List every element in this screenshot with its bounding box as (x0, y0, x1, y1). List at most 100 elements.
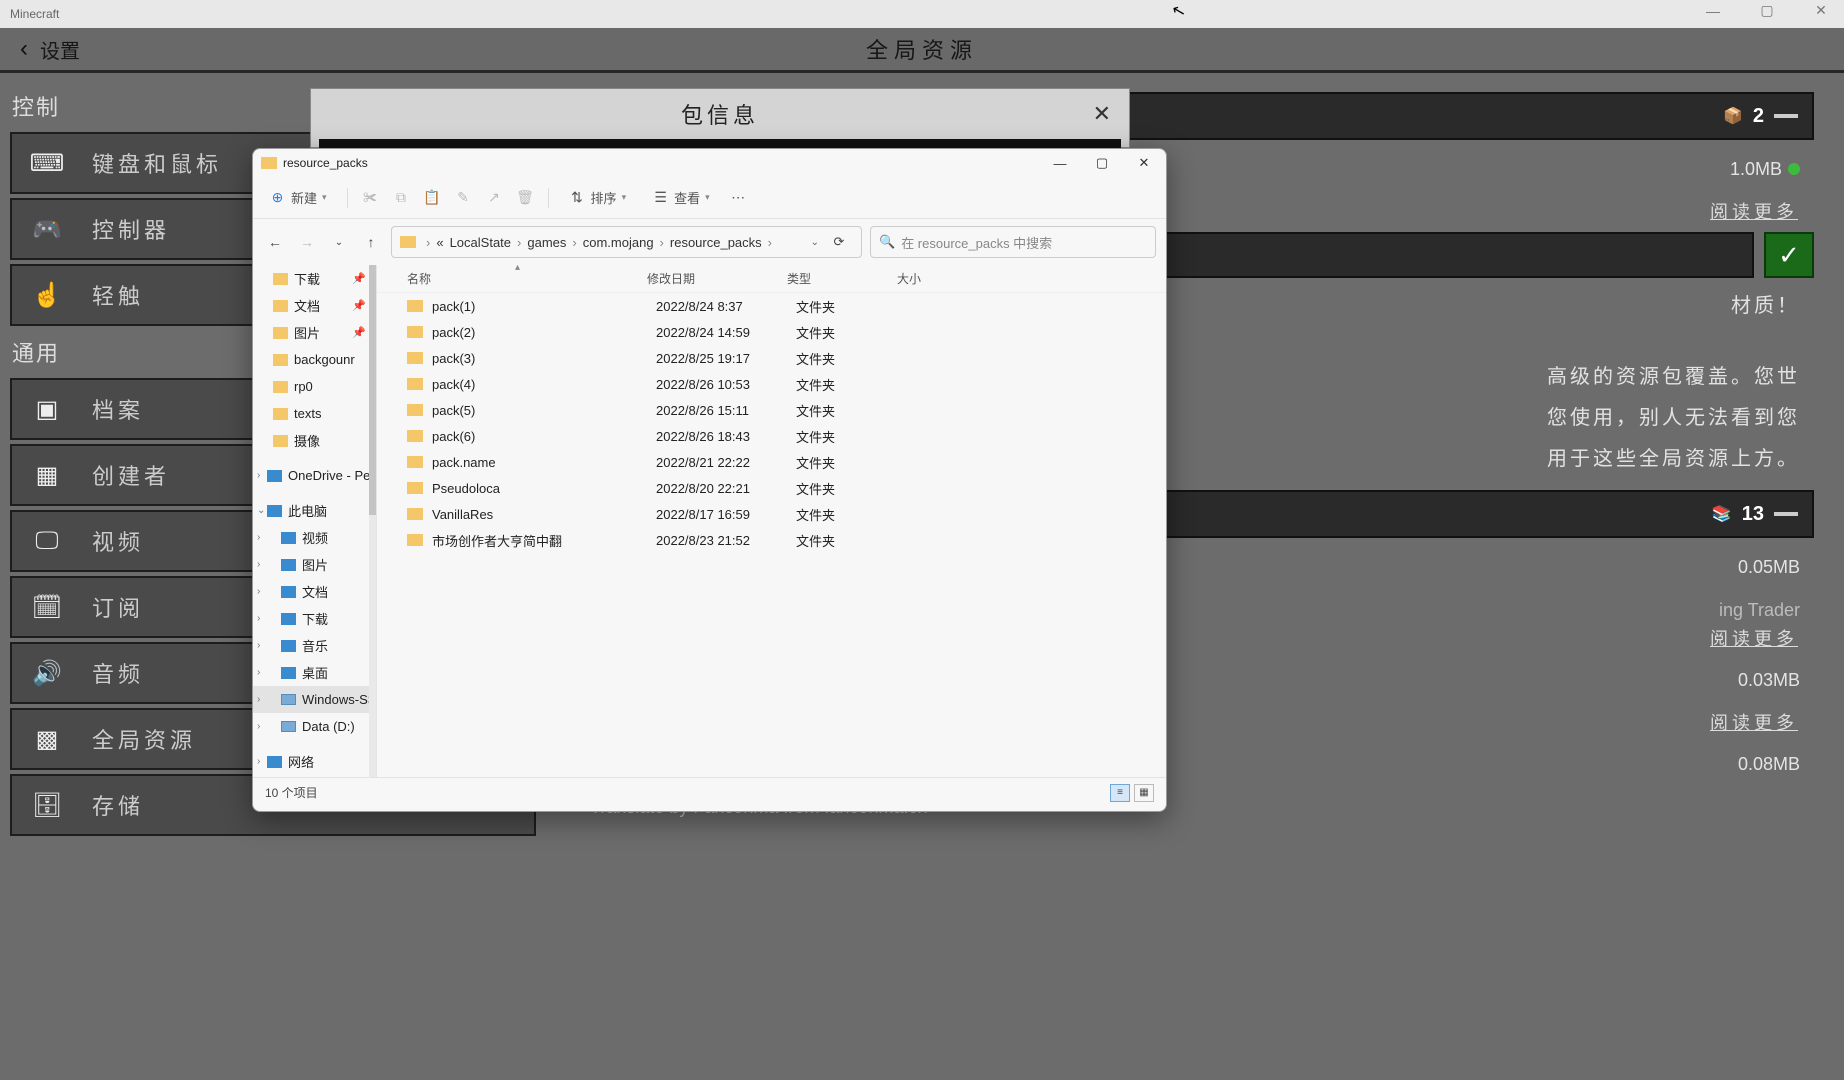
folder-icon (281, 721, 296, 732)
tree-item[interactable]: ›图片 (253, 551, 376, 578)
tree-item[interactable]: texts (253, 400, 376, 427)
tree-item[interactable]: rp0 (253, 373, 376, 400)
file-date: 2022/8/26 15:11 (656, 403, 796, 418)
col-name[interactable]: 名称 (407, 270, 647, 287)
delete-icon[interactable]: 🗑 (517, 189, 534, 206)
search-input[interactable]: 🔍 在 resource_packs 中搜索 (870, 226, 1156, 258)
view-button[interactable]: ☰查看▾ (646, 184, 716, 211)
file-type: 文件夹 (796, 453, 906, 472)
breadcrumb-segment[interactable]: games (527, 235, 566, 250)
table-row[interactable]: pack(5) 2022/8/26 15:11 文件夹 (377, 397, 1166, 423)
tree-item[interactable]: ›网络 (253, 748, 376, 775)
table-row[interactable]: Pseudoloca 2022/8/20 22:21 文件夹 (377, 475, 1166, 501)
scrollbar[interactable] (369, 265, 376, 777)
file-type: 文件夹 (796, 349, 906, 368)
tree-item[interactable]: 图片📌 (253, 319, 376, 346)
folder-icon (407, 326, 423, 338)
file-explorer-window: resource_packs — ▢ ✕ ⊕新建▾ ✀ ⧉ 📋 ✎ ↗ 🗑 ⇅排… (252, 148, 1167, 812)
details-view-icon[interactable]: ≡ (1110, 784, 1130, 802)
explorer-toolbar: ⊕新建▾ ✀ ⧉ 📋 ✎ ↗ 🗑 ⇅排序▾ ☰查看▾ ⋯ (253, 177, 1166, 219)
folder-icon (407, 482, 423, 494)
file-name: pack(6) (432, 429, 656, 444)
tree-item[interactable]: 摄像 (253, 427, 376, 454)
file-type: 文件夹 (796, 505, 906, 524)
window-title: resource_packs (283, 156, 368, 170)
tree-item[interactable]: ›文档 (253, 578, 376, 605)
breadcrumb-segment[interactable]: LocalState (450, 235, 511, 250)
tree-label: Windows-SSD (302, 692, 377, 707)
new-button[interactable]: ⊕新建▾ (263, 184, 333, 211)
tree-item[interactable]: 下载📌 (253, 265, 376, 292)
table-row[interactable]: pack(3) 2022/8/25 19:17 文件夹 (377, 345, 1166, 371)
file-date: 2022/8/23 21:52 (656, 533, 796, 548)
confirm-button[interactable]: ✓ (1764, 232, 1814, 278)
maximize-icon[interactable]: ▢ (1084, 151, 1120, 175)
video-icon: 🖵 (28, 520, 70, 562)
tree-item[interactable]: ›视频 (253, 524, 376, 551)
tree-item[interactable]: ›OneDrive - Pers (253, 462, 376, 489)
table-row[interactable]: VanillaRes 2022/8/17 16:59 文件夹 (377, 501, 1166, 527)
nav-tree[interactable]: 下载📌文档📌图片📌backgounrrp0texts摄像 ›OneDrive - … (253, 265, 377, 777)
table-row[interactable]: pack(4) 2022/8/26 10:53 文件夹 (377, 371, 1166, 397)
paste-icon[interactable]: 📋 (424, 189, 441, 206)
table-row[interactable]: pack(1) 2022/8/24 8:37 文件夹 (377, 293, 1166, 319)
tree-item[interactable]: ›音乐 (253, 632, 376, 659)
breadcrumb[interactable]: › « LocalState› games› com.mojang› resou… (391, 226, 862, 258)
file-list[interactable]: ▴ 名称 修改日期 类型 大小 pack(1) 2022/8/24 8:37 文… (377, 265, 1166, 777)
breadcrumb-segment[interactable]: com.mojang (583, 235, 654, 250)
table-row[interactable]: pack.name 2022/8/21 22:22 文件夹 (377, 449, 1166, 475)
col-size[interactable]: 大小 (897, 270, 967, 287)
breadcrumb-segment[interactable]: resource_packs (670, 235, 762, 250)
close-icon[interactable]: ✕ (1803, 2, 1839, 19)
scrollbar-thumb[interactable] (369, 265, 376, 515)
chevron-down-icon[interactable]: ⌄ (327, 230, 351, 254)
more-icon[interactable]: ⋯ (730, 189, 747, 206)
file-type: 文件夹 (796, 297, 906, 316)
keyboard-icon: ⌨ (28, 142, 70, 184)
folder-icon (267, 756, 282, 768)
tree-item[interactable]: › Data (D:) (253, 713, 376, 740)
folder-icon (281, 613, 296, 625)
file-date: 2022/8/21 22:22 (656, 455, 796, 470)
refresh-icon[interactable]: ⟳ (825, 234, 853, 250)
chevron-down-icon[interactable]: ⌄ (811, 237, 819, 248)
table-row[interactable]: pack(6) 2022/8/26 18:43 文件夹 (377, 423, 1166, 449)
minimize-icon[interactable]: — (1695, 3, 1731, 19)
breadcrumb-segment[interactable]: « (436, 235, 443, 250)
col-type[interactable]: 类型 (787, 270, 897, 287)
up-icon[interactable]: ↑ (359, 230, 383, 254)
close-icon[interactable]: ✕ (1093, 101, 1115, 127)
close-icon[interactable]: ✕ (1126, 151, 1162, 175)
chevron-icon: › (257, 721, 267, 732)
file-name: Pseudoloca (432, 481, 656, 496)
share-icon[interactable]: ↗ (486, 189, 503, 206)
tree-item[interactable]: ›下载 (253, 605, 376, 632)
tree-item[interactable]: ›Windows-SSD (253, 686, 376, 713)
rename-icon[interactable]: ✎ (455, 189, 472, 206)
explorer-titlebar[interactable]: resource_packs — ▢ ✕ (253, 149, 1166, 177)
maximize-icon[interactable]: ▢ (1749, 2, 1785, 19)
back-icon[interactable]: ← (263, 230, 287, 254)
folder-icon (407, 430, 423, 442)
tree-item[interactable]: 文档📌 (253, 292, 376, 319)
col-date[interactable]: 修改日期 (647, 270, 787, 287)
sort-button[interactable]: ⇅排序▾ (563, 184, 633, 211)
cut-icon[interactable]: ✀ (362, 189, 379, 206)
tree-item[interactable]: backgounr (253, 346, 376, 373)
table-row[interactable]: 市场创作者大亨简中翻 2022/8/23 21:52 文件夹 (377, 527, 1166, 553)
audio-icon: 🔊 (28, 652, 70, 694)
column-headers[interactable]: ▴ 名称 修改日期 类型 大小 (377, 265, 1166, 293)
folder-icon (281, 694, 296, 705)
table-row[interactable]: pack(2) 2022/8/24 14:59 文件夹 (377, 319, 1166, 345)
folder-icon (407, 300, 423, 312)
tree-label: Data (D:) (302, 719, 355, 734)
tree-item[interactable]: ⌄此电脑 (253, 497, 376, 524)
minimize-icon[interactable]: — (1042, 151, 1078, 175)
copy-icon[interactable]: ⧉ (393, 189, 410, 206)
tree-label: 桌面 (302, 663, 328, 682)
pack-count: 2 (1753, 105, 1764, 128)
folder-icon (407, 378, 423, 390)
forward-icon[interactable]: → (295, 230, 319, 254)
tree-item[interactable]: ›桌面 (253, 659, 376, 686)
tiles-view-icon[interactable]: ▦ (1134, 784, 1154, 802)
